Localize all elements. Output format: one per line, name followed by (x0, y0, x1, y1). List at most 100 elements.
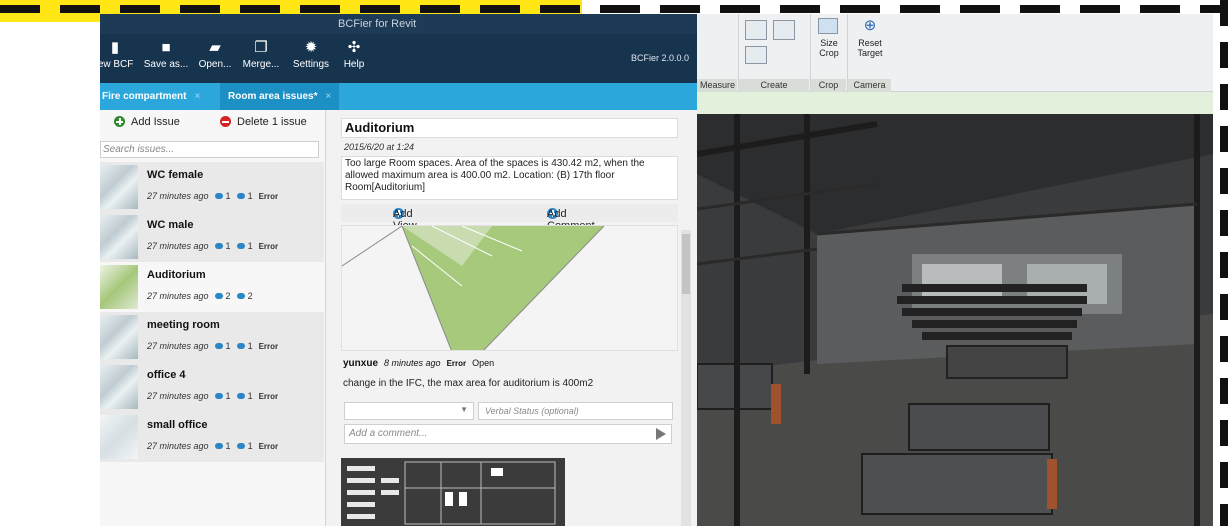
view-count-icon (214, 243, 223, 249)
scrollbar-thumb[interactable] (682, 234, 690, 294)
window-title: BCFier for Revit (100, 14, 697, 34)
close-icon[interactable]: × (194, 91, 200, 102)
issue-meta: 27 minutes ago 1 1 Error (147, 241, 278, 251)
comment-count-icon (236, 393, 245, 399)
ribbon-group-label: Measure (697, 79, 737, 92)
dashed-border-top (0, 5, 1220, 13)
issue-title-field[interactable]: Auditorium (341, 118, 678, 138)
chevron-down-icon: ▼ (460, 405, 468, 414)
size-crop-icon[interactable] (818, 18, 838, 34)
comment-count: 1 (247, 341, 253, 351)
issue-meta: 27 minutes ago 1 1 Error (147, 341, 278, 351)
comment-header: yunxue 8 minutes ago Error Open (343, 358, 494, 369)
help-button[interactable]: ✣ Help (340, 39, 368, 70)
status-badge: Error (258, 342, 279, 351)
comment-count: 1 (247, 241, 253, 251)
comment-count: 2 (247, 291, 253, 301)
reset-target-icon[interactable]: ⊕ (860, 18, 880, 34)
issue-time: 27 minutes ago (147, 391, 209, 401)
create-icon[interactable] (773, 20, 795, 40)
view-count: 1 (225, 391, 231, 401)
view-count: 1 (225, 241, 231, 251)
view-count: 1 (225, 441, 231, 451)
view-count-icon (214, 193, 223, 199)
issue-thumbnail (100, 315, 138, 359)
delete-issue-label: Delete 1 issue (237, 116, 307, 128)
status-dropdown[interactable]: ▼ (344, 402, 474, 420)
issue-description-field[interactable]: Too large Room spaces. Area of the space… (341, 156, 678, 200)
comment-count-icon (236, 193, 245, 199)
issue-thumbnail (100, 365, 138, 409)
search-input[interactable]: Search issues... (100, 141, 319, 158)
status-badge: Error (258, 392, 279, 401)
verbal-status-input[interactable]: Verbal Status (optional) (478, 402, 673, 420)
comment-author: yunxue (343, 358, 379, 369)
view-count-icon (214, 443, 223, 449)
reset-target-button[interactable]: Reset Target (848, 38, 892, 58)
revit-ribbon: Measure Create Size Crop Crop ⊕ Reset Ta… (697, 14, 1213, 92)
comment-count: 1 (247, 391, 253, 401)
merge-button[interactable]: ❐ Merge... (238, 39, 284, 70)
tab-room-area-issues[interactable]: Room area issues* × (220, 83, 340, 110)
view-tab-strip (697, 92, 1213, 114)
detail-scrollbar[interactable] (681, 230, 691, 526)
ribbon-group-label: Camera (848, 79, 891, 92)
revit-3d-view[interactable] (697, 114, 1213, 526)
ribbon-group-label: Create (739, 79, 809, 92)
delete-icon (220, 116, 231, 127)
ribbon-group-create: Create (738, 14, 809, 92)
add-issue-button[interactable]: Add Issue (114, 116, 180, 128)
close-icon[interactable]: × (326, 91, 332, 102)
gear-icon: ✹ (304, 39, 318, 56)
issue-title: WC female (147, 169, 204, 181)
issue-title: WC male (147, 219, 194, 231)
list-item[interactable]: WC male 27 minutes ago 1 1 Error (100, 212, 324, 262)
list-item[interactable]: meeting room 27 minutes ago 1 1 Error (100, 312, 324, 362)
list-item[interactable]: WC female 27 minutes ago 1 1 Error (100, 162, 324, 212)
list-item[interactable]: office 4 27 minutes ago 1 1 Error (100, 362, 324, 412)
tab-fire-compartment[interactable]: Fire compartment × (94, 83, 208, 110)
issue-time: 27 minutes ago (147, 241, 209, 251)
issue-date: 2015/6/20 at 1:24 (344, 142, 415, 152)
ribbon-group-camera: ⊕ Reset Target Camera (847, 14, 891, 92)
list-item[interactable]: small office 27 minutes ago 1 1 Error (100, 412, 324, 462)
add-comment-input[interactable]: Add a comment... (344, 424, 672, 444)
issue-time: 27 minutes ago (147, 291, 209, 301)
view-count: 2 (225, 291, 231, 301)
viewpoint-snapshot[interactable] (341, 225, 678, 351)
merge-icon: ❐ (254, 39, 268, 56)
detail-actions: Add View Add Comment (341, 204, 678, 232)
bcfier-window: BCFier for Revit ▮ New BCF ■ Save as... … (91, 14, 697, 526)
comment-time: 8 minutes ago (384, 358, 441, 368)
ribbon-group-measure: Measure (697, 14, 737, 92)
comment-verbal-status: Open (472, 358, 495, 368)
delete-issue-button[interactable]: Delete 1 issue (220, 116, 307, 128)
new-bcf-button[interactable]: ▮ New BCF (91, 39, 138, 70)
open-button[interactable]: ▰ Open... (194, 39, 236, 70)
issue-title: meeting room (147, 319, 220, 331)
settings-button[interactable]: ✹ Settings (289, 39, 333, 70)
issue-meta: 27 minutes ago 2 2 (147, 291, 253, 301)
add-icon (114, 116, 125, 127)
save-as-button[interactable]: ■ Save as... (141, 39, 191, 70)
issue-meta: 27 minutes ago 1 1 Error (147, 391, 278, 401)
tab-label: Fire compartment (102, 91, 187, 102)
save-icon: ■ (161, 39, 171, 56)
list-item[interactable]: Auditorium 27 minutes ago 2 2 (100, 262, 324, 312)
view-count-icon (214, 393, 223, 399)
dashed-border-right (1220, 0, 1228, 526)
status-badge: Error (258, 192, 279, 201)
ribbon-group-crop: Size Crop Crop (810, 14, 846, 92)
ribbon-group-label: Crop (811, 79, 846, 92)
size-crop-button[interactable]: Size Crop (811, 38, 847, 58)
comment-count: 1 (247, 441, 253, 451)
help-label: Help (343, 59, 365, 70)
create-icon[interactable] (745, 46, 767, 64)
auditorium-3d-render (697, 114, 1213, 526)
send-icon[interactable] (656, 428, 666, 440)
create-icon[interactable] (745, 20, 767, 40)
comment-count: 1 (247, 191, 253, 201)
issue-list-panel: Add Issue Delete 1 issue Search issues..… (100, 110, 326, 526)
main-toolbar: ▮ New BCF ■ Save as... ▰ Open... ❐ Merge… (91, 34, 697, 83)
viewpoint-snapshot[interactable] (341, 458, 565, 526)
